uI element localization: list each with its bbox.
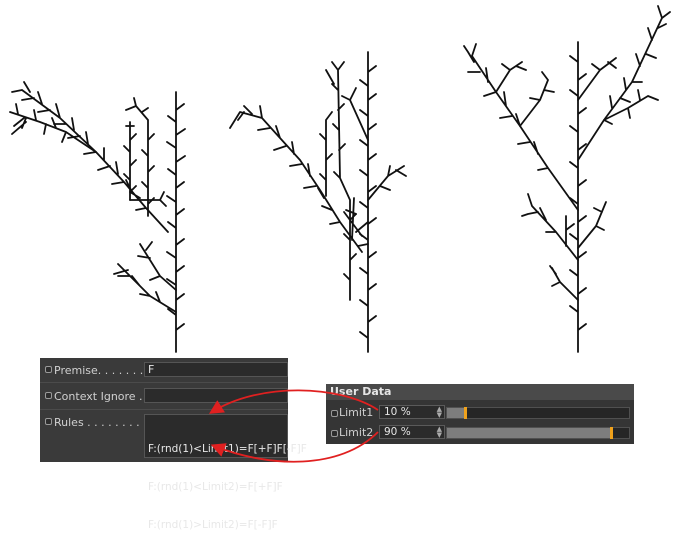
param-row-limit1: Limit1 10 % ▲ ▼: [326, 404, 634, 422]
limit1-input[interactable]: 10 % ▲ ▼: [379, 405, 445, 419]
spinner-arrows-icon[interactable]: ▲ ▼: [437, 406, 442, 419]
param-dot-icon[interactable]: [331, 430, 338, 437]
limit1-slider[interactable]: [446, 407, 630, 419]
param-dot-icon[interactable]: [45, 418, 52, 425]
premise-field[interactable]: F: [144, 362, 288, 377]
context-ignore-label: Context Ignore .: [54, 390, 143, 403]
limit1-label: Limit1: [339, 406, 374, 419]
lsystem-panel: Premise. . . . . . . . F Context Ignore …: [40, 358, 307, 531]
context-ignore-row: Context Ignore .: [40, 388, 288, 404]
user-data-panel: User Data Limit1 10 % ▲ ▼ Limit2 90 % ▲ ▼: [326, 384, 634, 444]
param-dot-icon[interactable]: [331, 410, 338, 417]
limit2-input[interactable]: 90 % ▲ ▼: [379, 425, 445, 439]
context-ignore-field[interactable]: [144, 388, 288, 403]
rules-field[interactable]: F:(rnd(1)<Limit1)=F[+F]F[-F]F F:(rnd(1)<…: [144, 414, 307, 531]
limit2-slider[interactable]: [446, 427, 630, 439]
param-dot-icon[interactable]: [45, 392, 52, 399]
param-row-limit2: Limit2 90 % ▲ ▼: [326, 424, 634, 442]
premise-row: Premise. . . . . . . . F: [40, 362, 288, 378]
rule-line: F:(rnd(1)<Limit2)=F[+F]F: [148, 481, 283, 493]
tree-left: [9, 81, 186, 353]
rule-line: F:(rnd(1)<Limit1)=F[+F]F[-F]F: [148, 443, 307, 455]
rules-row: Rules . . . . . . . . . F:(rnd(1)<Limit1…: [40, 414, 307, 531]
limit2-label: Limit2: [339, 426, 374, 439]
limit2-slider-fill: [447, 428, 611, 438]
spinner-arrows-icon[interactable]: ▲ ▼: [437, 426, 442, 439]
divider: [40, 382, 288, 383]
premise-label: Premise. . . . . . . .: [54, 364, 151, 377]
tree-right: [463, 5, 671, 353]
limit1-slider-fill: [447, 408, 465, 418]
limit2-slider-handle[interactable]: [610, 427, 613, 439]
tree-middle: [229, 51, 407, 353]
limit1-value: 10 %: [384, 406, 411, 418]
rules-label: Rules . . . . . . . . .: [54, 416, 147, 429]
user-data-title: User Data: [326, 384, 634, 400]
param-dot-icon[interactable]: [45, 366, 52, 373]
rule-line: F:(rnd(1)>Limit2)=F[-F]F: [148, 519, 278, 531]
limit1-slider-handle[interactable]: [464, 407, 467, 419]
divider: [40, 409, 288, 410]
limit2-value: 90 %: [384, 426, 411, 438]
